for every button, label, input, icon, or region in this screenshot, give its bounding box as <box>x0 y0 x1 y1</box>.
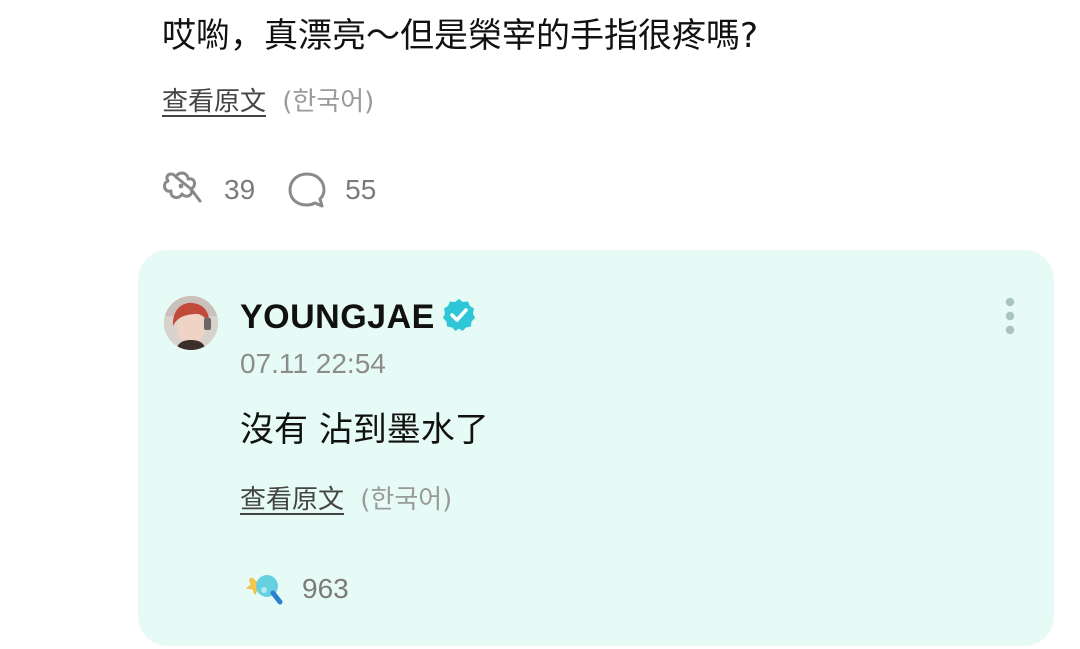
reply-view-original-link[interactable]: 查看原文 <box>240 485 344 515</box>
artist-reply-card: YOUNGJAE 07.11 22:54 沒有 沾到墨水了 查看原文 (한국어)… <box>138 250 1054 646</box>
comment-actions: 39 55 <box>162 168 376 212</box>
author-row: YOUNGJAE <box>240 294 477 340</box>
comment-text: 哎喲，真漂亮～但是榮宰的手指很疼嗎? <box>162 16 759 56</box>
reply-like-count: 963 <box>302 573 349 604</box>
verified-badge-icon <box>441 297 477 337</box>
reply-count: 55 <box>345 174 377 205</box>
reply-translate-row: 查看原文 (한국어) <box>240 482 452 518</box>
like-button[interactable]: 39 <box>162 169 255 211</box>
reply-original-language-label: (한국어) <box>360 485 453 515</box>
more-options-button[interactable] <box>996 294 1024 342</box>
vertical-ellipsis-icon <box>996 297 1024 346</box>
avatar[interactable] <box>164 296 218 350</box>
original-language-label: (한국어) <box>282 87 375 117</box>
reply-text: 沒有 沾到墨水了 <box>240 410 489 450</box>
liked-clover-icon <box>240 566 286 612</box>
view-original-link[interactable]: 查看原文 <box>162 87 266 117</box>
reply-timestamp: 07.11 22:54 <box>240 348 386 379</box>
comment-translate-row: 查看原文 (한국어) <box>162 84 374 120</box>
reply-like-button[interactable]: 963 <box>240 566 349 612</box>
post-comment-view: 哎喲，真漂亮～但是榮宰的手指很疼嗎? 查看原文 (한국어) 39 55 YOUN… <box>0 0 1080 649</box>
author-name[interactable]: YOUNGJAE <box>240 298 435 337</box>
reply-button[interactable]: 55 <box>287 170 376 210</box>
speech-bubble-icon <box>287 170 327 210</box>
clover-like-icon <box>162 169 206 211</box>
like-count: 39 <box>224 174 256 205</box>
